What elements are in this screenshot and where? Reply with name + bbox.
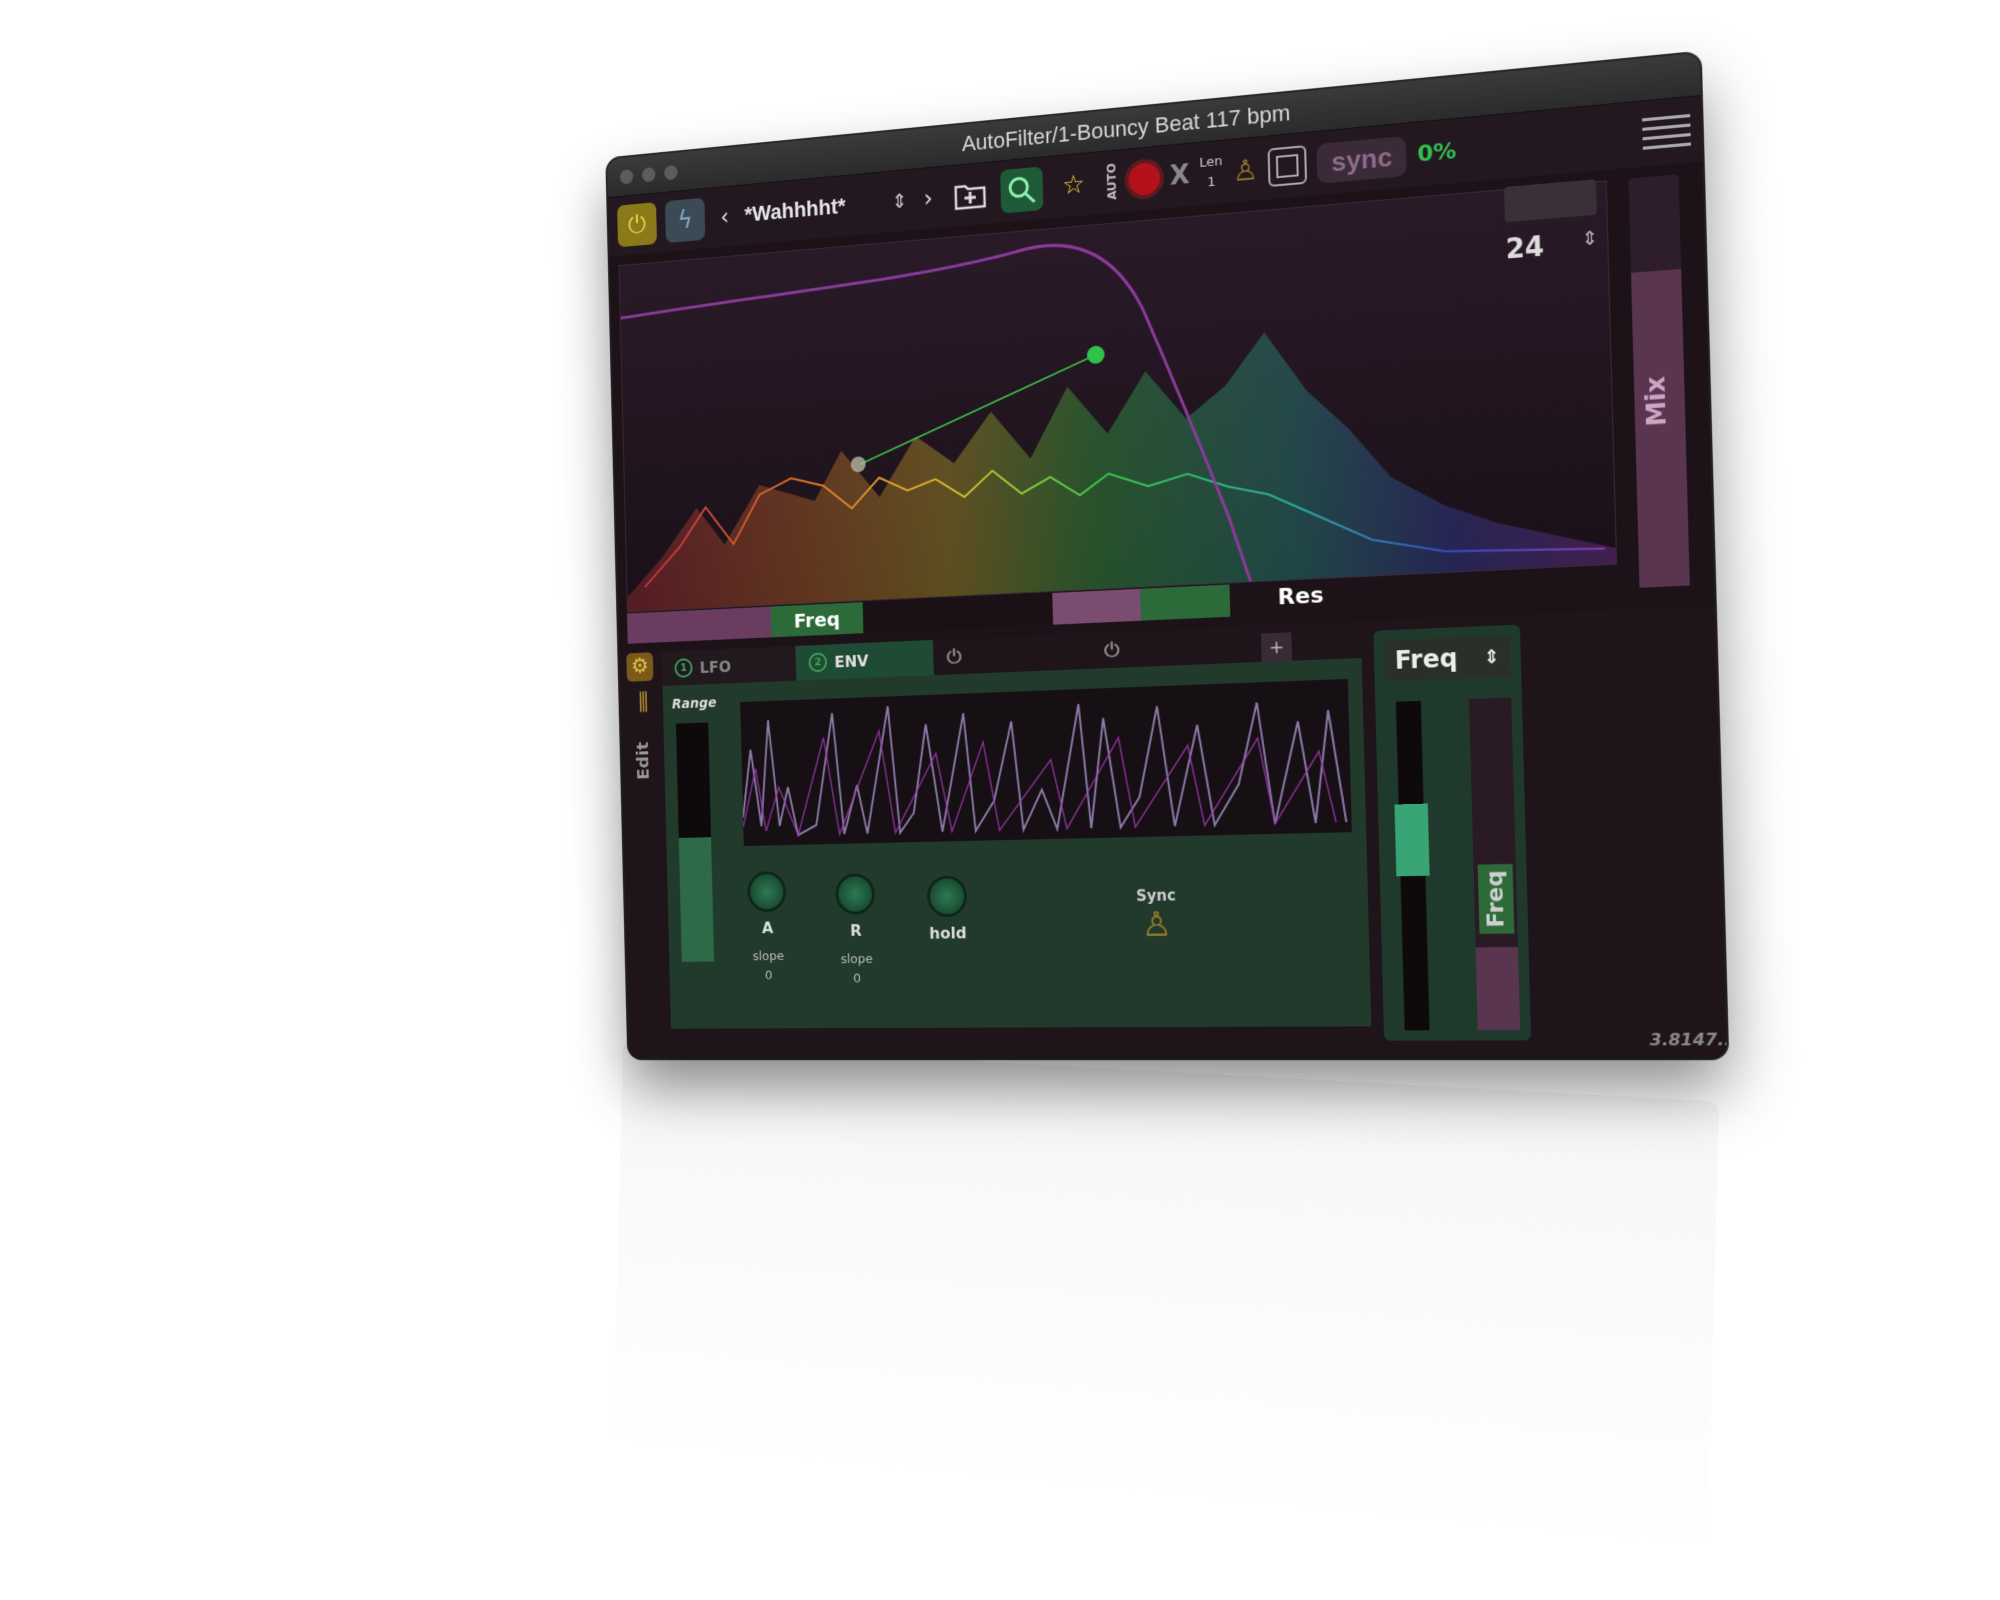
modulation-area: ⚙ ⫼ Edit 1 LFO 2 ENV ⏻ ⏻ + Range A slope…: [619, 606, 1727, 1059]
freq-mod-strip-label: Freq: [1478, 864, 1515, 934]
mix-slider-fill: [1631, 269, 1690, 588]
sync-button[interactable]: sync: [1316, 135, 1407, 183]
power-button[interactable]: ⏻: [617, 202, 657, 247]
tab-env[interactable]: 2 ENV: [795, 640, 933, 681]
freq-mod-strip-fill: [1476, 947, 1521, 1030]
attack-label: A: [740, 918, 795, 937]
attack-slope-value[interactable]: 0: [741, 968, 796, 983]
edit-label[interactable]: Edit: [634, 742, 654, 781]
freq-mod-strip[interactable]: Freq: [1469, 698, 1520, 1031]
save-preset-button[interactable]: [948, 171, 991, 218]
range-label: Range: [672, 695, 717, 712]
lowpass-shape-icon[interactable]: [1504, 179, 1597, 222]
folder-plus-icon: [953, 179, 986, 211]
envelope-graph: [740, 679, 1352, 846]
env-panel: Range A slope 0 R slope 0 hold Sync ♙: [663, 658, 1372, 1029]
mod-slot3-power-icon[interactable]: ⏻: [933, 638, 975, 675]
envelope-trace: [740, 689, 1346, 836]
star-icon: ☆: [1062, 169, 1085, 201]
env-number: 2: [808, 652, 827, 672]
menu-icon-line: [1643, 142, 1691, 149]
spectrum-display[interactable]: [618, 180, 1617, 612]
env-sync[interactable]: Sync ♙: [1136, 886, 1177, 945]
record-button[interactable]: [1128, 162, 1160, 197]
mod-depth-slider[interactable]: [1396, 701, 1430, 1031]
spectrum-fill: [622, 307, 1616, 612]
plugin-window: AutoFilter/1-Bouncy Beat 117 bpm ⏻ ϟ ‹ *…: [607, 53, 1727, 1058]
metronome-icon[interactable]: ♙: [1232, 152, 1258, 188]
menu-button[interactable]: [1642, 114, 1691, 150]
slope-updown-icon[interactable]: ⇕: [1581, 231, 1598, 247]
mod-depth-thumb[interactable]: [1394, 804, 1429, 877]
window-size-button[interactable]: [1268, 145, 1308, 187]
gear-icon[interactable]: ⚙: [626, 652, 653, 682]
envelope-trace-accent: [741, 715, 1336, 836]
len-label: Len: [1199, 152, 1223, 174]
mix-slider[interactable]: Mix: [1628, 174, 1689, 588]
env-sync-label: Sync: [1136, 886, 1176, 905]
window-reflection: [613, 1042, 1719, 1546]
destination-updown-icon: ⇕: [1483, 646, 1500, 668]
hold-label: hold: [919, 923, 976, 942]
lfo-number: 1: [674, 658, 692, 678]
freq-bar[interactable]: [627, 607, 771, 644]
res-bar[interactable]: [1052, 589, 1141, 625]
envelope-waveform: [740, 679, 1352, 846]
len-value: 1: [1200, 172, 1224, 194]
attack-slope-label: slope: [741, 949, 796, 964]
sync-percent: 0%: [1417, 138, 1457, 167]
square-icon: [1276, 154, 1299, 178]
mod-slot4-power-icon[interactable]: ⏻: [1090, 631, 1134, 669]
res-mod-bar[interactable]: [1140, 584, 1230, 620]
menu-icon-line: [1642, 114, 1690, 122]
range-slider-fill: [679, 837, 714, 962]
tab-lfo[interactable]: 1 LFO: [662, 646, 797, 686]
prev-preset-button[interactable]: ‹: [713, 202, 735, 231]
spectrum-graph: [619, 181, 1616, 611]
clear-button[interactable]: X: [1169, 160, 1190, 192]
auto-label: AUTO: [1104, 163, 1119, 201]
freq-handle[interactable]: [1087, 345, 1105, 364]
res-label[interactable]: Res: [1229, 578, 1372, 617]
freq-label[interactable]: Freq: [771, 602, 864, 637]
preset-updown-icon[interactable]: ⇕: [892, 194, 908, 209]
metronome-icon[interactable]: ♙: [1136, 904, 1177, 945]
length-control[interactable]: Len 1: [1199, 152, 1223, 194]
attack-knob[interactable]: [750, 874, 784, 909]
hold-knob[interactable]: [930, 878, 965, 914]
release-slope-label: slope: [829, 952, 885, 967]
power-icon: ⏻: [628, 209, 647, 240]
search-button[interactable]: [1000, 166, 1043, 213]
mod-side-column: ⚙ ⫼ Edit: [626, 652, 668, 1058]
next-preset-button[interactable]: ›: [917, 184, 940, 213]
search-icon: [1006, 173, 1038, 207]
version-label: 3.8147...: [1649, 1029, 1727, 1049]
faders-icon[interactable]: ⫼: [627, 688, 660, 716]
slope-control[interactable]: 24 ⇕: [1489, 178, 1609, 281]
menu-icon-line: [1642, 123, 1690, 131]
release-knob[interactable]: [838, 876, 872, 912]
menu-icon-line: [1643, 133, 1691, 140]
tab-lfo-label: LFO: [699, 657, 731, 676]
scene: AutoFilter/1-Bouncy Beat 117 bpm ⏻ ϟ ‹ *…: [0, 0, 2000, 1600]
bolt-button[interactable]: ϟ: [665, 198, 705, 243]
release-slope-value[interactable]: 0: [829, 971, 885, 986]
release-label: R: [828, 921, 884, 940]
mix-label: Mix: [1640, 375, 1672, 427]
destination-select[interactable]: Freq ⇕: [1384, 635, 1511, 681]
mod-destination-panel: Freq ⇕ Freq: [1373, 625, 1531, 1041]
add-mod-button[interactable]: +: [1261, 632, 1292, 664]
range-slider[interactable]: [676, 722, 714, 961]
tab-env-label: ENV: [834, 651, 868, 671]
bolt-icon: ϟ: [677, 205, 693, 235]
main-area: 24 ⇕ Mix Freq Res ⚙ ⫼ Edit 1 LFO 2 ENV ⏻…: [609, 162, 1727, 1059]
preset-name[interactable]: *Wahhhht*: [744, 190, 883, 228]
destination-label: Freq: [1394, 644, 1458, 675]
favorite-button[interactable]: ☆: [1052, 162, 1096, 209]
